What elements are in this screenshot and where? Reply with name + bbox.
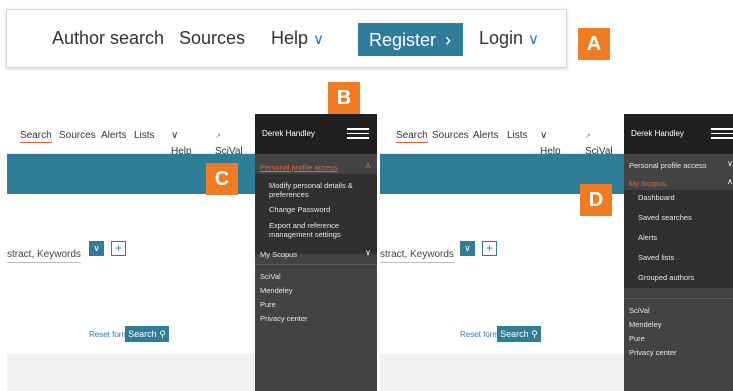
add-field-button[interactable]: +	[111, 241, 126, 256]
drawer-personal-profile-access[interactable]: Personal profile access	[260, 163, 338, 172]
drawer-modify-personal-details-line2[interactable]: preferences	[269, 190, 309, 199]
drawer-change-password[interactable]: Change Password	[269, 205, 330, 214]
badge-a: A	[578, 28, 610, 60]
drawer-personal-profile-access[interactable]: Personal profile access	[629, 161, 707, 170]
nav-alerts[interactable]: Alerts	[101, 130, 127, 141]
chevron-down-icon: ∨	[727, 159, 733, 168]
drawer-scival[interactable]: SciVal	[629, 306, 650, 315]
drawer-modify-personal-details[interactable]: Modify personal details &	[269, 181, 353, 190]
register-label: Register	[369, 30, 437, 50]
drawer-my-scopus[interactable]: My Scopus	[629, 179, 666, 188]
badge-b: B	[328, 82, 360, 114]
drawer-grouped-authors[interactable]: Grouped authors	[638, 273, 694, 282]
nav-lists[interactable]: Lists	[134, 130, 155, 141]
nav-sources[interactable]: Sources	[432, 130, 469, 141]
reset-form-link[interactable]: Reset form	[89, 330, 128, 339]
my-scopus-submenu: Dashboard Saved searches Alerts Saved li…	[624, 190, 733, 288]
search-field-selector[interactable]: stract, Keywords	[7, 249, 81, 263]
chevron-down-icon: ∨	[313, 31, 325, 48]
screenshot-panel-d: Search Sources Alerts Lists Help ∨ SciVa…	[380, 114, 733, 391]
hamburger-menu-icon[interactable]	[347, 128, 369, 140]
external-link-icon: ↗	[585, 133, 591, 140]
search-icon: ⚲	[531, 329, 538, 339]
login-menu[interactable]: Login ∨	[479, 28, 539, 49]
user-name: Derek Handley	[631, 129, 684, 138]
hamburger-menu-icon[interactable]	[711, 128, 733, 140]
nav-help[interactable]: Help ∨	[171, 130, 192, 157]
personal-profile-submenu: Modify personal details & preferences Ch…	[255, 174, 377, 254]
chevron-down-icon: ∨	[365, 248, 371, 257]
nav-help[interactable]: Help ∨	[540, 130, 561, 157]
user-name: Derek Handley	[262, 129, 315, 138]
chevron-down-icon: ∨	[171, 130, 179, 141]
plus-icon: +	[485, 241, 493, 255]
chevron-down-icon: ∨	[93, 243, 100, 253]
author-search-link[interactable]: Author search	[52, 28, 164, 49]
drawer-pure[interactable]: Pure	[629, 334, 645, 343]
external-link-icon: ↗	[215, 133, 221, 140]
reset-form-link[interactable]: Reset form	[460, 330, 499, 339]
search-button[interactable]: Search ⚲	[497, 326, 541, 342]
help-label: Help	[271, 28, 309, 48]
drawer-separator	[624, 298, 733, 299]
drawer-mendeley[interactable]: Mendeley	[260, 286, 293, 295]
top-navigation-bar: Author search Sources Help ∨ Register › Lo…	[6, 9, 567, 68]
drawer-mendeley[interactable]: Mendeley	[629, 320, 662, 329]
drawer-saved-lists[interactable]: Saved lists	[638, 253, 674, 262]
drawer-privacy-center[interactable]: Privacy center	[260, 314, 308, 323]
drawer-my-scopus[interactable]: My Scopus	[260, 250, 297, 259]
drawer-pure[interactable]: Pure	[260, 300, 276, 309]
help-menu[interactable]: Help ∨	[271, 28, 324, 49]
add-field-button[interactable]: +	[482, 241, 497, 256]
nav-sources[interactable]: Sources	[59, 130, 96, 141]
drawer-export-reference[interactable]: Export and reference	[269, 221, 339, 230]
drawer-header: Derek Handley	[624, 114, 733, 154]
drawer-privacy-center[interactable]: Privacy center	[629, 348, 677, 357]
nav-alerts[interactable]: Alerts	[473, 130, 499, 141]
search-label: Search	[500, 329, 529, 339]
drawer-alerts[interactable]: Alerts	[638, 233, 657, 242]
field-dropdown-button[interactable]: ∨	[89, 241, 104, 256]
login-label: Login	[479, 28, 524, 48]
drawer-saved-searches[interactable]: Saved searches	[638, 213, 692, 222]
sources-link[interactable]: Sources	[179, 28, 245, 49]
nav-search[interactable]: Search	[20, 130, 52, 143]
field-dropdown-button[interactable]: ∨	[460, 241, 475, 256]
badge-d: D	[580, 184, 612, 216]
screenshot-panel-c: Search Sources Alerts Lists Help ∨ SciVa…	[7, 114, 377, 391]
drawer-header: Derek Handley	[255, 114, 377, 154]
plus-icon: +	[114, 241, 122, 255]
chevron-up-icon: ∧	[727, 177, 733, 186]
chevron-up-icon: ∧	[365, 161, 371, 170]
drawer-separator	[255, 264, 377, 265]
nav-lists[interactable]: Lists	[507, 130, 528, 141]
chevron-down-icon: ∨	[464, 243, 471, 253]
search-icon: ⚲	[159, 329, 166, 339]
nav-scival[interactable]: SciVal ↗	[585, 130, 613, 157]
drawer-scival[interactable]: SciVal	[260, 272, 281, 281]
nav-scival[interactable]: SciVal ↗	[215, 130, 243, 157]
search-button[interactable]: Search ⚲	[125, 326, 169, 342]
chevron-down-icon: ∨	[528, 31, 540, 48]
chevron-down-icon: ∨	[540, 130, 548, 141]
chevron-right-icon: ›	[445, 30, 452, 50]
register-button[interactable]: Register ›	[358, 23, 463, 56]
account-drawer: Derek Handley Personal profile access ∨ …	[624, 114, 733, 391]
search-label: Search	[128, 329, 157, 339]
account-drawer: Derek Handley Personal profile access ∧ …	[255, 114, 377, 391]
search-field-selector[interactable]: stract, Keywords	[380, 249, 454, 263]
drawer-export-reference-line2[interactable]: management settings	[269, 230, 341, 239]
drawer-dashboard[interactable]: Dashboard	[638, 193, 675, 202]
nav-search[interactable]: Search	[396, 130, 428, 143]
badge-c: C	[206, 163, 238, 195]
